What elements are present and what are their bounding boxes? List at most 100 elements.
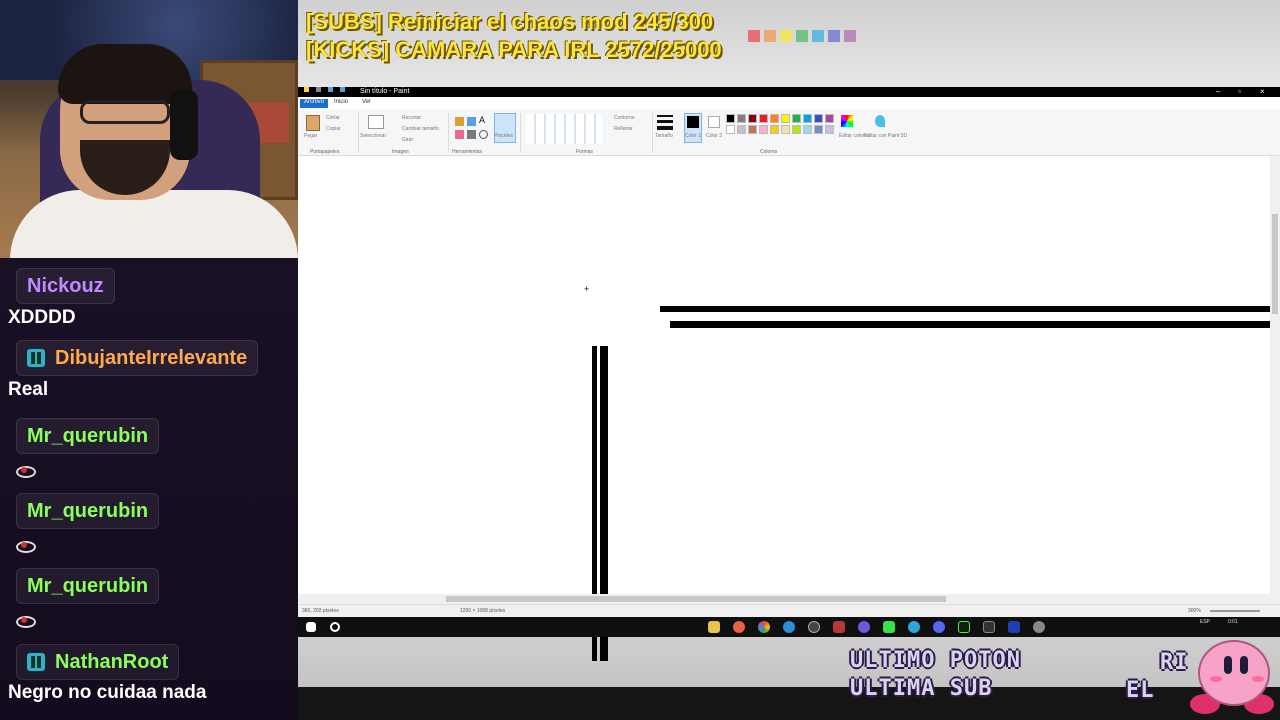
- horizontal-scroll-thumb[interactable]: [446, 596, 946, 602]
- search-icon[interactable]: [330, 622, 340, 632]
- pencil-icon[interactable]: [455, 117, 464, 126]
- tab-archivo[interactable]: Archivo: [300, 99, 329, 108]
- ghost-swatch: [764, 30, 776, 42]
- palette-swatch[interactable]: [814, 114, 823, 123]
- redo-icon[interactable]: [340, 87, 345, 92]
- app-n-icon[interactable]: [1008, 621, 1020, 633]
- outline-button[interactable]: Contorno: [614, 115, 635, 121]
- chat-username-badge[interactable]: DibujanteIrrelevante: [16, 340, 259, 376]
- discord-icon[interactable]: [933, 621, 945, 633]
- tab-ver[interactable]: Ver: [358, 99, 375, 108]
- colors-group-label: Colores: [760, 149, 778, 155]
- magnifier-icon[interactable]: [479, 130, 488, 139]
- paint-app-icon: [304, 87, 309, 92]
- vertical-scroll-thumb[interactable]: [1272, 214, 1278, 314]
- palette-swatch[interactable]: [748, 125, 757, 134]
- paint-taskbar-icon[interactable]: [1033, 621, 1045, 633]
- cut-button[interactable]: Cortar: [326, 115, 340, 121]
- chat-username: Mr_querubin: [27, 424, 149, 447]
- palette-swatch[interactable]: [803, 114, 812, 123]
- drawn-stroke: [670, 321, 1270, 328]
- chat-username-badge[interactable]: NathanRoot: [16, 644, 180, 680]
- terminal-icon[interactable]: [983, 621, 995, 633]
- palette-swatch[interactable]: [726, 125, 735, 134]
- eraser-icon[interactable]: [455, 130, 464, 139]
- kicks-goal-overlay: [KICKS] CAMARA PARA IRL 2572/25000: [306, 37, 722, 62]
- palette-swatch[interactable]: [825, 114, 834, 123]
- paint3d-button[interactable]: Editar con Paint 3D: [864, 133, 907, 139]
- picker-icon[interactable]: [467, 130, 476, 139]
- chrome-icon[interactable]: [758, 621, 770, 633]
- close-icon[interactable]: ×: [1260, 87, 1265, 96]
- telegram-icon[interactable]: [908, 621, 920, 633]
- paint3d-icon[interactable]: [875, 115, 885, 127]
- tab-inicio[interactable]: Inicio: [330, 99, 352, 108]
- language-indicator[interactable]: ESP: [1200, 619, 1210, 625]
- palette-swatch[interactable]: [737, 125, 746, 134]
- palette-swatch[interactable]: [792, 114, 801, 123]
- save-icon[interactable]: [316, 87, 321, 92]
- chat-username-badge[interactable]: Mr_querubin: [16, 418, 160, 454]
- shapes-gallery[interactable]: [526, 114, 602, 144]
- color1-label: Color 1: [685, 133, 702, 139]
- palette-swatch[interactable]: [781, 114, 790, 123]
- text-icon[interactable]: A: [479, 115, 485, 125]
- horizontal-scrollbar[interactable]: [298, 594, 1270, 604]
- select-icon[interactable]: [368, 115, 384, 129]
- select-button[interactable]: Seleccionar: [360, 133, 386, 139]
- palette-swatch[interactable]: [737, 114, 746, 123]
- palette-swatch[interactable]: [759, 125, 768, 134]
- chat-username: NathanRoot: [55, 650, 169, 673]
- chat-username-badge[interactable]: Nickouz: [16, 268, 115, 304]
- edge-icon[interactable]: [783, 621, 795, 633]
- palette-swatch[interactable]: [770, 125, 779, 134]
- clock[interactable]: 0:01: [1228, 619, 1238, 625]
- crop-button[interactable]: Recortar: [402, 115, 421, 121]
- ghost-swatch: [796, 30, 808, 42]
- ribbon-separator: [358, 113, 359, 153]
- palette-swatch[interactable]: [781, 125, 790, 134]
- fill-button[interactable]: Rellenar: [614, 126, 633, 132]
- ribbon-tabs: Archivo Inicio Ver: [298, 97, 1280, 109]
- chat-emote-icon: [16, 539, 36, 553]
- chat-emote-icon: [16, 464, 36, 478]
- size-line-3: [657, 126, 673, 130]
- play-icon[interactable]: [958, 621, 970, 633]
- obs-icon[interactable]: [808, 621, 820, 633]
- palette-swatch[interactable]: [759, 114, 768, 123]
- zoom-slider[interactable]: [1210, 610, 1260, 612]
- kick-icon[interactable]: [883, 621, 895, 633]
- window-title: Sin título - Paint: [360, 88, 410, 95]
- rotate-button[interactable]: Girar: [402, 137, 413, 143]
- paste-icon[interactable]: [306, 115, 320, 131]
- vertical-scrollbar[interactable]: [1270, 156, 1280, 604]
- palette-swatch[interactable]: [726, 114, 735, 123]
- file-explorer-icon[interactable]: [708, 621, 720, 633]
- app-icon[interactable]: [833, 621, 845, 633]
- palette-swatch[interactable]: [748, 114, 757, 123]
- color2-swatch[interactable]: [708, 116, 720, 128]
- minimize-icon[interactable]: –: [1216, 87, 1220, 96]
- fill-icon[interactable]: [467, 117, 476, 126]
- palette-swatch[interactable]: [803, 125, 812, 134]
- ghost-swatch: [844, 30, 856, 42]
- undo-icon[interactable]: [328, 87, 333, 92]
- chat-username-badge[interactable]: Mr_querubin: [16, 493, 160, 529]
- palette-swatch[interactable]: [814, 125, 823, 134]
- brushes-button[interactable]: Pinceles: [494, 133, 513, 139]
- windows-start-icon[interactable]: [306, 622, 316, 632]
- firefox-icon[interactable]: [733, 621, 745, 633]
- chat-username-badge[interactable]: Mr_querubin: [16, 568, 160, 604]
- resize-button[interactable]: Cambiar tamaño: [402, 126, 439, 132]
- drawing-canvas[interactable]: +: [298, 156, 1280, 604]
- copy-button[interactable]: Copiar: [326, 126, 341, 132]
- kirby-cheek: [1210, 676, 1222, 682]
- palette-swatch[interactable]: [792, 125, 801, 134]
- ghost-stroke: [592, 637, 597, 661]
- app-icon[interactable]: [858, 621, 870, 633]
- palette-swatch[interactable]: [825, 125, 834, 134]
- edit-colors-icon[interactable]: [841, 115, 853, 127]
- size-button[interactable]: Tamaño: [655, 133, 673, 139]
- maximize-icon[interactable]: ▫: [1238, 87, 1241, 96]
- palette-swatch[interactable]: [770, 114, 779, 123]
